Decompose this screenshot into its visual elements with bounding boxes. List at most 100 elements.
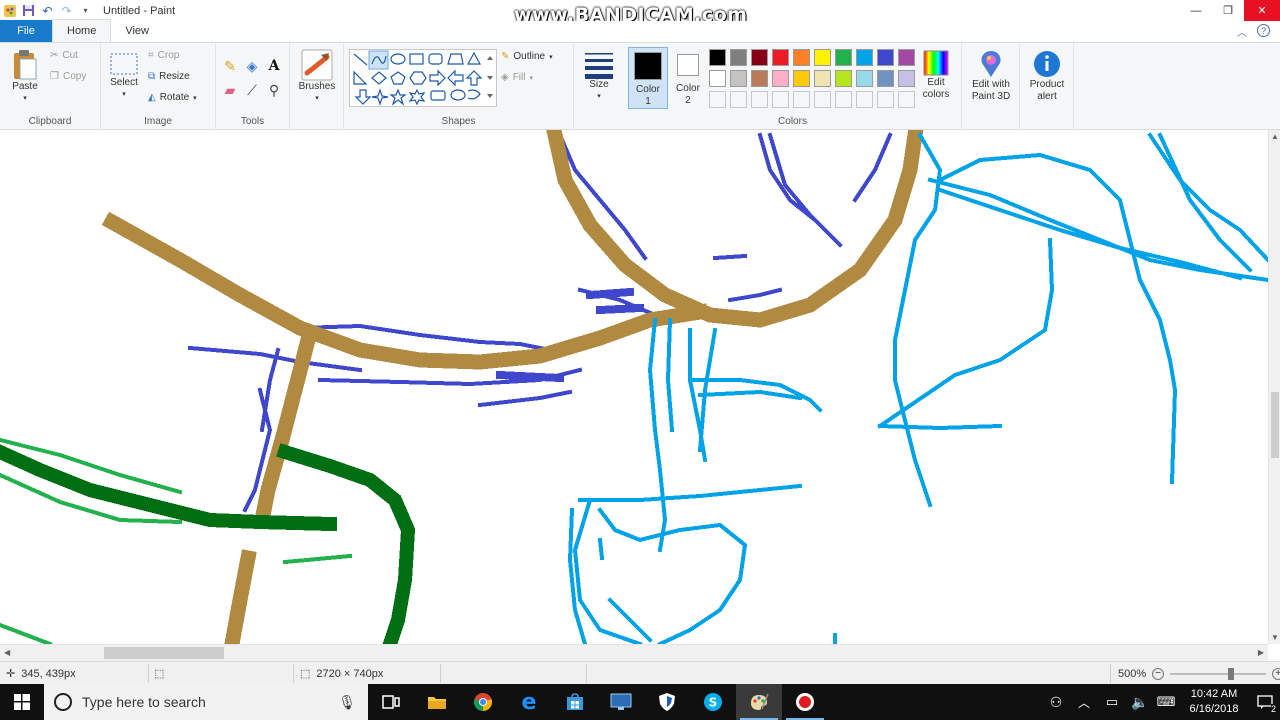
security-icon[interactable] — [644, 684, 690, 720]
vertical-scrollbar[interactable]: ▲ ▼ — [1268, 130, 1280, 644]
custom-palette-swatch[interactable] — [814, 91, 831, 108]
palette-swatch[interactable] — [793, 49, 810, 66]
custom-palette-swatch[interactable] — [877, 91, 894, 108]
zoom-slider[interactable] — [1170, 667, 1267, 680]
tab-home[interactable]: Home — [52, 19, 112, 42]
product-alert-button[interactable]: Product alert — [1022, 49, 1072, 103]
help-icon[interactable]: ? — [1257, 24, 1270, 37]
palette-swatch[interactable] — [730, 70, 747, 87]
color2-label: Color — [676, 83, 700, 94]
select-button[interactable]: Select ▾ — [107, 51, 141, 101]
power-icon[interactable]: ▭ — [1098, 694, 1126, 710]
start-button[interactable] — [0, 684, 44, 720]
color1-button[interactable]: Color 1 — [628, 47, 668, 109]
palette-swatch[interactable] — [898, 70, 915, 87]
paint-icon[interactable] — [736, 684, 782, 720]
edge-icon[interactable]: e — [506, 684, 552, 720]
palette-swatch[interactable] — [856, 70, 873, 87]
palette-swatch[interactable] — [856, 49, 873, 66]
file-explorer-icon[interactable] — [414, 684, 460, 720]
action-center-icon[interactable]: 2 — [1250, 684, 1280, 720]
palette-swatch[interactable] — [772, 70, 789, 87]
outline-button[interactable]: ✎ Outline ▾ — [501, 51, 553, 62]
people-icon[interactable]: ⚇ — [1042, 694, 1070, 711]
input-method-icon[interactable]: ⌨ — [1154, 694, 1178, 710]
bandicam-icon[interactable] — [782, 684, 828, 720]
palette-swatch[interactable] — [709, 70, 726, 87]
custom-palette-swatch[interactable] — [772, 91, 789, 108]
edit-with-paint3d-button[interactable]: Edit with Paint 3D — [964, 49, 1018, 103]
zoom-slider-thumb[interactable] — [1228, 667, 1235, 680]
minimize-ribbon-icon[interactable]: ︿ — [1237, 24, 1247, 39]
chrome-icon[interactable] — [460, 684, 506, 720]
pencil-icon[interactable]: ✎ — [221, 57, 239, 75]
palette-swatch[interactable] — [709, 49, 726, 66]
color-picker-icon[interactable]: ⟋ — [243, 81, 261, 99]
scroll-down-icon[interactable]: ▼ — [1271, 633, 1279, 642]
task-view-icon[interactable] — [368, 684, 414, 720]
fill-icon[interactable]: ◈ — [243, 57, 261, 75]
remote-desktop-icon[interactable] — [598, 684, 644, 720]
clock[interactable]: 10:42 AM 6/16/2018 — [1178, 687, 1250, 717]
close-icon[interactable]: ✕ — [1244, 0, 1280, 21]
cut-button[interactable]: ✂ Cut — [50, 50, 78, 61]
palette-swatch[interactable] — [814, 70, 831, 87]
restore-icon[interactable]: ❐ — [1212, 0, 1244, 21]
zoom-out-icon[interactable]: − — [1152, 667, 1165, 680]
text-icon[interactable]: A — [265, 57, 283, 75]
magnifier-icon[interactable]: ⚲ — [265, 81, 283, 99]
palette-swatch[interactable] — [814, 49, 831, 66]
drawing-canvas[interactable] — [0, 130, 1268, 644]
vertical-scroll-thumb[interactable] — [1271, 392, 1279, 458]
palette-swatch[interactable] — [730, 49, 747, 66]
custom-palette-swatch[interactable] — [898, 91, 915, 108]
save-icon[interactable] — [21, 3, 36, 18]
paste-button[interactable]: Paste ▾ — [8, 49, 42, 105]
scroll-left-icon[interactable]: ◀ — [4, 648, 10, 657]
minimize-icon[interactable]: — — [1180, 0, 1212, 21]
custom-palette-swatch[interactable] — [793, 91, 810, 108]
custom-palette-swatch[interactable] — [730, 91, 747, 108]
horizontal-scroll-thumb[interactable] — [104, 647, 224, 659]
copy-button[interactable]: ❐ Copy — [50, 71, 86, 82]
undo-icon[interactable]: ↶ — [40, 3, 55, 18]
custom-palette-swatch[interactable] — [709, 91, 726, 108]
scroll-up-icon[interactable]: ▲ — [1271, 132, 1279, 141]
tab-file[interactable]: File — [0, 20, 52, 42]
palette-swatch[interactable] — [835, 70, 852, 87]
custom-palette-swatch[interactable] — [856, 91, 873, 108]
eraser-icon[interactable]: ▰ — [221, 81, 239, 99]
palette-swatch[interactable] — [877, 70, 894, 87]
palette-swatch[interactable] — [898, 49, 915, 66]
palette-swatch[interactable] — [751, 49, 768, 66]
custom-palette-swatch[interactable] — [751, 91, 768, 108]
color2-button[interactable]: Color 2 — [671, 47, 705, 109]
brushes-button[interactable]: Brushes ▾ — [297, 49, 337, 105]
edit-colors-button[interactable]: Edit colors — [916, 49, 956, 101]
palette-swatch[interactable] — [835, 49, 852, 66]
palette-swatch[interactable] — [751, 70, 768, 87]
custom-palette-swatch[interactable] — [835, 91, 852, 108]
tab-view[interactable]: View — [111, 20, 163, 42]
taskbar-search[interactable]: Type here to search 🎙 — [44, 684, 368, 720]
fill-bucket-icon: ◈ — [501, 72, 509, 83]
paint-app-icon[interactable] — [2, 3, 17, 18]
zoom-in-icon[interactable]: + — [1272, 667, 1280, 680]
scroll-right-icon[interactable]: ▶ — [1258, 648, 1264, 657]
volume-icon[interactable]: 🔈 — [1126, 694, 1154, 711]
palette-swatch[interactable] — [772, 49, 789, 66]
rotate-button[interactable]: ◭ Rotate ▾ — [148, 92, 197, 103]
horizontal-scrollbar[interactable]: ◀ ▶ — [0, 644, 1268, 661]
crop-button[interactable]: ⌗ Crop — [148, 50, 179, 61]
resize-button[interactable]: ⧉ Resize — [148, 71, 190, 82]
palette-swatch[interactable] — [793, 70, 810, 87]
fill-button[interactable]: ◈ Fill ▾ — [501, 72, 533, 83]
store-icon[interactable] — [552, 684, 598, 720]
palette-swatch[interactable] — [877, 49, 894, 66]
size-button[interactable]: Size ▾ — [582, 51, 616, 103]
customize-quick-access-icon[interactable]: ▾ — [78, 3, 93, 18]
skype-icon[interactable]: S — [690, 684, 736, 720]
show-hidden-icons-icon[interactable]: ︿ — [1070, 694, 1098, 711]
redo-icon[interactable]: ↷ — [59, 3, 74, 18]
microphone-icon[interactable]: 🎙 — [338, 694, 356, 711]
